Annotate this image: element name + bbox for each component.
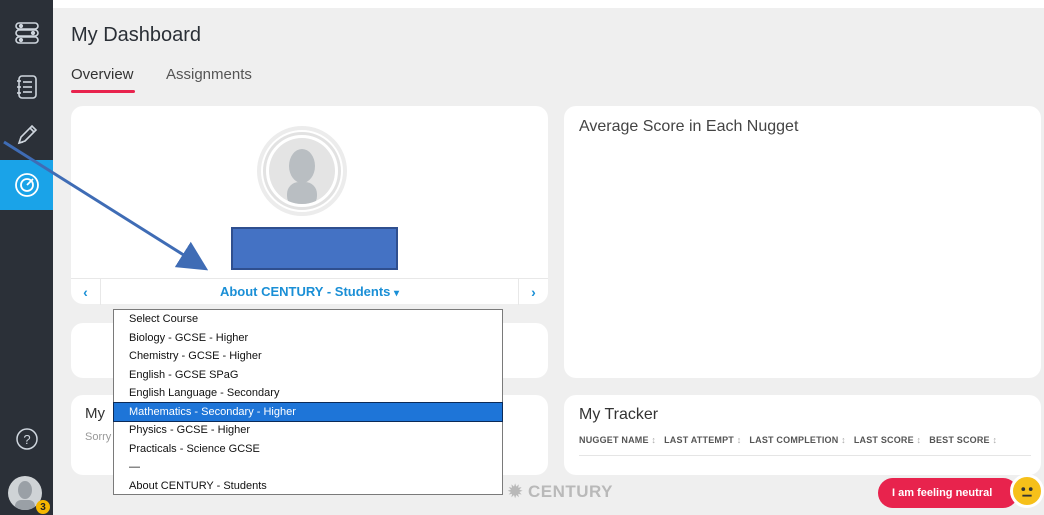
dashboard-gauge-icon	[14, 173, 39, 197]
next-course-button[interactable]: ›	[518, 279, 548, 305]
notification-badge: 3	[36, 500, 50, 514]
profile-card: ‹ About CENTURY - Students ▾ ›	[71, 106, 548, 305]
my-card-title: My	[85, 405, 105, 422]
course-option[interactable]: Practicals - Science GCSE	[114, 440, 502, 459]
tracker-card: My Tracker NUGGET NAME LAST ATTEMPT LAST…	[564, 395, 1041, 475]
course-option[interactable]: Physics - GCSE - Higher	[114, 421, 502, 440]
sidebar-item-test[interactable]	[0, 110, 53, 160]
pencil-icon	[17, 124, 37, 145]
neutral-face-icon[interactable]	[1010, 474, 1044, 508]
sidebar-item-pathways[interactable]	[0, 8, 53, 58]
tab-assignments[interactable]: Assignments	[166, 66, 252, 83]
century-logo: ✹ CENTURY	[508, 482, 613, 502]
course-option[interactable]: English Language - Secondary	[114, 384, 502, 403]
century-logo-text: CENTURY	[527, 482, 614, 501]
col-last-completion[interactable]: LAST COMPLETION	[749, 435, 845, 445]
previous-course-button[interactable]: ‹	[71, 279, 101, 305]
col-best-score[interactable]: BEST SCORE	[929, 435, 997, 445]
sidebar-item-help[interactable]: ?	[0, 414, 53, 464]
sidebar-item-dashboard[interactable]	[0, 160, 53, 210]
course-option[interactable]: Select Course	[114, 310, 502, 329]
svg-text:?: ?	[23, 432, 30, 447]
profile-avatar	[257, 126, 347, 216]
course-option-highlighted[interactable]: Mathematics - Secondary - Higher	[113, 401, 503, 422]
my-card-message: Sorry	[85, 431, 112, 443]
active-tab-indicator	[71, 90, 135, 93]
course-select-label: About CENTURY - Students	[219, 284, 391, 299]
col-nugget-name[interactable]: NUGGET NAME	[579, 435, 656, 445]
redacted-student-name	[231, 227, 398, 270]
pathway-icon	[14, 22, 39, 44]
course-option[interactable]: English - GCSE SPaG	[114, 366, 502, 385]
tab-overview[interactable]: Overview	[71, 66, 134, 83]
profile-silhouette-icon	[287, 149, 317, 204]
century-logo-mark-icon: ✹	[508, 482, 523, 501]
average-score-card: Average Score in Each Nugget	[564, 106, 1041, 378]
tracker-title: My Tracker	[579, 406, 659, 423]
course-select[interactable]: About CENTURY - Students ▾	[101, 284, 518, 299]
course-option[interactable]: About CENTURY - Students	[114, 477, 502, 496]
feeling-button[interactable]: I am feeling neutral	[878, 478, 1018, 508]
notebook-icon	[16, 75, 37, 99]
tracker-header-row: NUGGET NAME LAST ATTEMPT LAST COMPLETION…	[579, 435, 997, 445]
col-last-score[interactable]: LAST SCORE	[854, 435, 921, 445]
course-option[interactable]: Chemistry - GCSE - Higher	[114, 347, 502, 366]
average-score-title: Average Score in Each Nugget	[579, 118, 799, 135]
caret-down-icon: ▾	[394, 288, 400, 299]
course-selector: ‹ About CENTURY - Students ▾ ›	[71, 278, 548, 305]
course-option-separator: —	[129, 461, 140, 473]
course-option[interactable]: Biology - GCSE - Higher	[114, 329, 502, 348]
page-header: My Dashboard Overview Assignments	[53, 0, 1044, 95]
sidebar: ? 3	[0, 0, 53, 515]
page-title: My Dashboard	[71, 24, 202, 46]
sidebar-item-notes[interactable]	[0, 62, 53, 112]
divider	[579, 455, 1031, 456]
course-dropdown-list: Select Course Biology - GCSE - Higher Ch…	[113, 309, 503, 495]
col-last-attempt[interactable]: LAST ATTEMPT	[664, 435, 741, 445]
help-icon: ?	[15, 428, 38, 450]
